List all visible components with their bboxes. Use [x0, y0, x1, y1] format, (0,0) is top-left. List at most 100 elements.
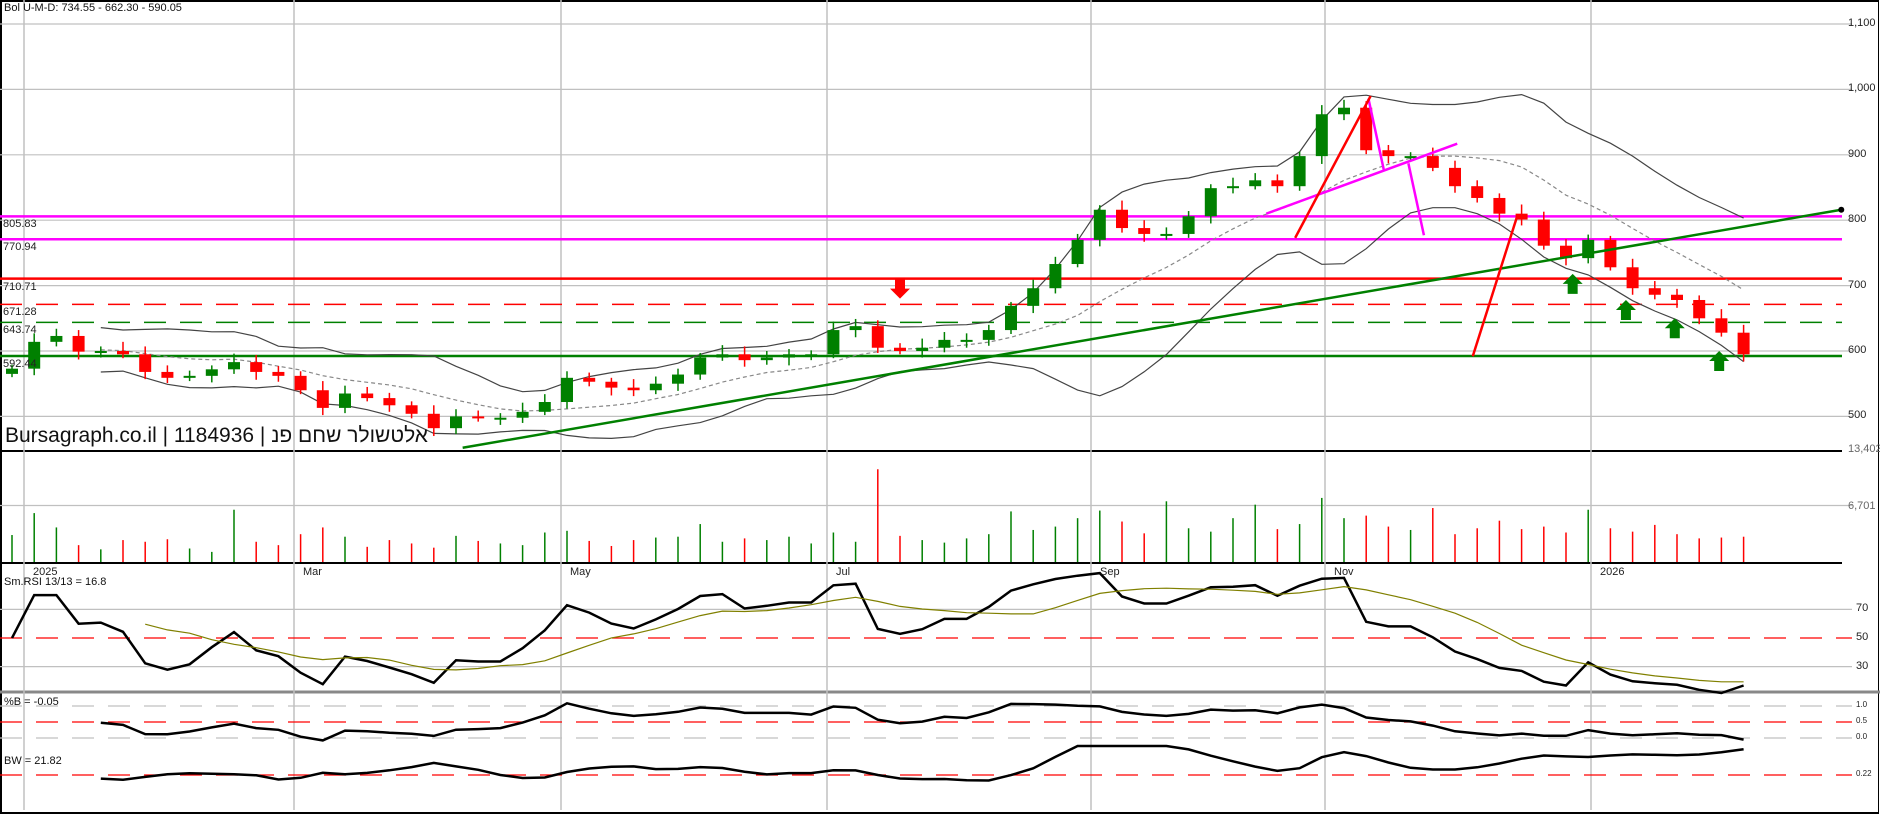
- candle-body: [1182, 216, 1195, 234]
- price-tick-label: 800: [1848, 213, 1867, 226]
- candle-body: [1537, 219, 1550, 246]
- rsi-tick-label: 70: [1856, 602, 1869, 615]
- candle-body: [1027, 288, 1040, 306]
- price-tick-label: 1,000: [1848, 82, 1876, 95]
- candle-body: [139, 354, 152, 372]
- candle-body: [1204, 188, 1217, 217]
- candle-body: [250, 362, 263, 372]
- price-tick-label: 500: [1848, 409, 1867, 422]
- pctb-tick-label: 0.5: [1856, 716, 1868, 725]
- arrow-up-icon: [1562, 273, 1583, 294]
- candle-body: [494, 417, 507, 420]
- bw-tick-label: 0.22: [1856, 769, 1872, 778]
- candle-body: [1315, 114, 1328, 157]
- level-label: 805.83: [3, 218, 37, 231]
- candle-body: [1293, 156, 1306, 187]
- candle-body: [1249, 180, 1262, 187]
- x-tick-label: Nov: [1334, 566, 1354, 578]
- volume-tick-label: 13,402: [1848, 443, 1880, 455]
- candle-body: [1271, 180, 1284, 187]
- candle-body: [1426, 156, 1439, 168]
- trendline-red-rise-2: [1471, 215, 1519, 357]
- candle-body: [849, 326, 862, 331]
- candle-body: [50, 335, 63, 342]
- candle-body: [605, 381, 618, 388]
- candle-body: [805, 354, 818, 357]
- price-tick-label: 1,100: [1848, 17, 1876, 29]
- candle-body: [783, 354, 795, 358]
- candle-body: [516, 411, 529, 418]
- price-tick-label: 600: [1848, 344, 1867, 356]
- candle-body: [1071, 239, 1084, 265]
- price-tick-label: 900: [1848, 147, 1867, 160]
- candle-body: [1471, 186, 1484, 198]
- rsi-line: [10, 571, 1745, 695]
- level-label: 671.28: [3, 306, 37, 319]
- watermark-title: Bursagraph.co.il | 1184936 | אלטשולר שחם…: [5, 424, 428, 447]
- candle-body: [694, 357, 707, 375]
- candle-body: [316, 390, 329, 408]
- candle-body: [760, 357, 773, 361]
- candle-body: [450, 416, 462, 429]
- candle-body: [1626, 267, 1639, 289]
- candle-body: [583, 377, 596, 382]
- x-tick-label: Jul: [836, 566, 851, 578]
- x-tick-label: Sep: [1100, 566, 1120, 578]
- candle-body: [1404, 156, 1417, 159]
- candle-body: [938, 339, 951, 348]
- candle-body: [1493, 197, 1506, 214]
- candle-body: [1338, 107, 1350, 115]
- volume-tick-label: 6,701: [1848, 499, 1876, 512]
- trendline-endpoint: [1838, 206, 1845, 213]
- candle-body: [427, 413, 440, 429]
- candle-body: [716, 354, 729, 358]
- candle-body: [1715, 318, 1728, 333]
- candle-body: [1693, 299, 1706, 319]
- level-label: 643.74: [3, 324, 37, 337]
- candle-body: [1227, 186, 1239, 189]
- candle-body: [561, 377, 573, 403]
- candle-body: [538, 402, 551, 412]
- chart-canvas[interactable]: [0, 0, 1880, 814]
- candle-body: [916, 347, 929, 351]
- candle-body: [827, 330, 840, 355]
- candle-body: [982, 330, 995, 340]
- pctb-tick-label: 1.0: [1856, 700, 1868, 709]
- candle-body: [672, 374, 684, 384]
- x-tick-label: May: [570, 566, 591, 578]
- level-label: 770.94: [3, 241, 37, 254]
- candle-body: [94, 351, 107, 353]
- bollinger-readout: Bol U-M-D: 734.55 - 662.30 - 590.05: [4, 2, 182, 14]
- candle-body: [871, 326, 884, 348]
- arrow-up-icon: [1615, 299, 1636, 320]
- candle-body: [1604, 239, 1617, 268]
- candle-body: [339, 393, 351, 408]
- bollinger-middle: [100, 155, 1744, 412]
- x-tick-label: Mar: [303, 566, 322, 578]
- candle-body: [1671, 294, 1683, 300]
- candle-body: [1093, 209, 1106, 240]
- price-tick-label: 700: [1848, 278, 1867, 291]
- candle-body: [1116, 209, 1128, 229]
- candle-body: [1382, 150, 1395, 157]
- trendline-green-uptrend: [462, 208, 1842, 450]
- candle-body: [894, 347, 906, 351]
- pctb-tick-label: 0.0: [1856, 732, 1868, 741]
- candle-body: [161, 371, 174, 378]
- arrow-up-icon: [1664, 318, 1685, 339]
- level-label: 592.44: [3, 357, 37, 370]
- trendline-magenta-drop-2: [1407, 163, 1426, 236]
- candle-body: [1648, 288, 1661, 295]
- candle-body: [627, 387, 640, 391]
- x-tick-label: 2025: [33, 566, 58, 578]
- arrow-up-icon: [1709, 351, 1730, 371]
- arrow-down-icon: [890, 278, 910, 299]
- candle-body: [405, 405, 418, 414]
- candle-body: [183, 375, 196, 378]
- candle-body: [1160, 233, 1173, 236]
- candle-body: [361, 393, 374, 399]
- candle-body: [272, 371, 285, 376]
- level-label: 710.71: [3, 280, 37, 293]
- candle-body: [1005, 305, 1017, 331]
- candle-body: [117, 351, 129, 355]
